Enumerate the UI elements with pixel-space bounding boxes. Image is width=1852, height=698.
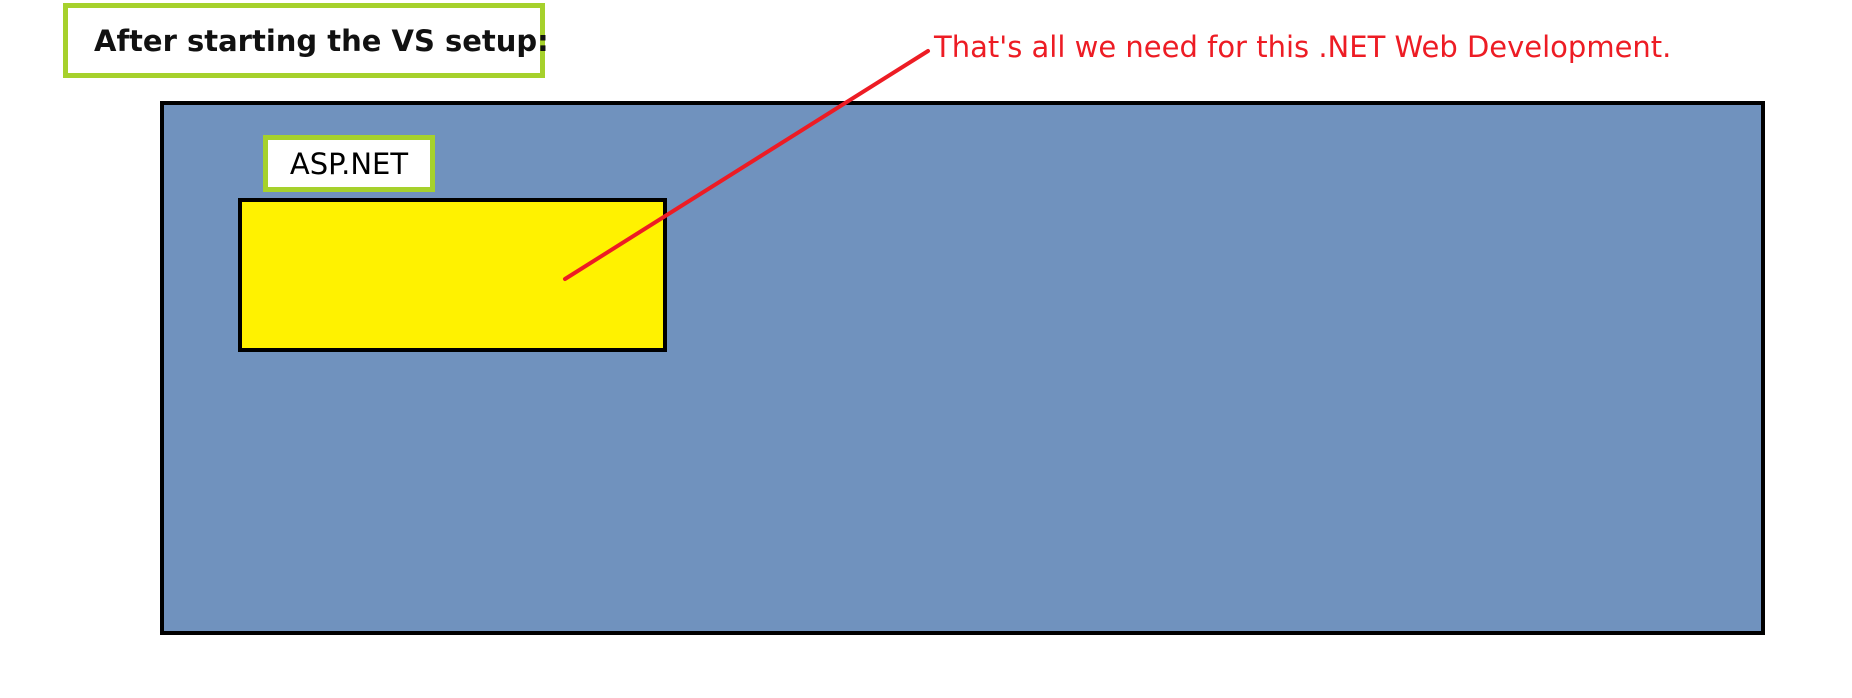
heading-text: After starting the VS setup: [94, 23, 549, 58]
workload-label-box: ASP.NET [263, 135, 435, 192]
callout-text: That's all we need for this .NET Web Dev… [934, 30, 1672, 64]
heading-box: After starting the VS setup: [63, 3, 549, 78]
workload-label-text: ASP.NET [289, 146, 409, 181]
aspnet-workload-tile[interactable] [238, 198, 667, 352]
